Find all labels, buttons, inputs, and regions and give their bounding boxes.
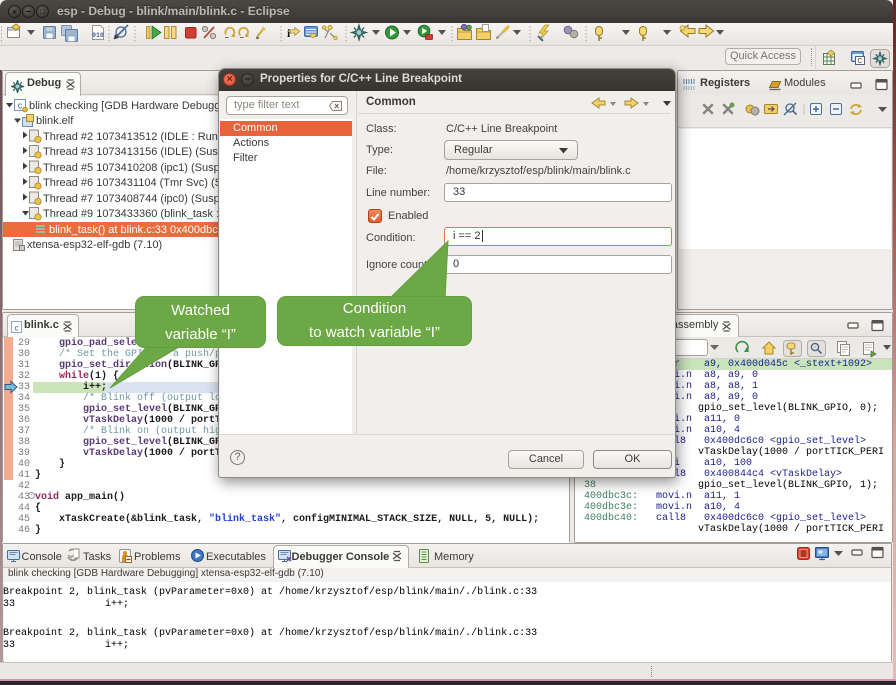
svg-text:c: c [18,101,23,111]
svg-text:Tasks: Tasks [83,551,112,563]
svg-text:Memory: Memory [434,551,474,563]
svg-text:Console: Console [22,551,62,563]
svg-text:Debugger Console: Debugger Console [292,551,390,563]
svg-text:Problems: Problems [134,551,181,563]
svg-text:Executables: Executables [206,551,266,563]
svg-text:c: c [15,324,19,333]
svg-text:010: 010 [92,32,104,39]
svg-text:C: C [857,58,862,65]
